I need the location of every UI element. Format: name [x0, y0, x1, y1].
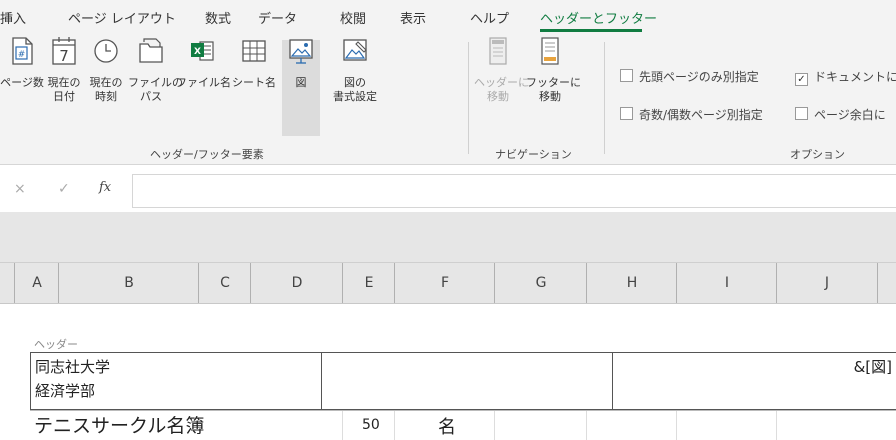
member-unit: 名 [438, 417, 456, 438]
ribbon-tab-bar: 挿入 ページ レイアウト 数式 データ 校閲 表示 ヘルプ ヘッダーとフッター [0, 0, 896, 34]
file-name-button[interactable]: X ファイル名 [176, 34, 231, 90]
cell-e-count[interactable]: 50 [342, 411, 395, 440]
column-header-f[interactable]: F [394, 263, 495, 303]
scale-with-document-checkbox[interactable]: ✓ ドキュメントに合 [795, 68, 896, 86]
cancel-icon[interactable]: × [14, 181, 26, 197]
different-odd-even-checkbox[interactable]: 奇数/偶数ページ別指定 [620, 106, 763, 123]
column-header-b[interactable]: B [58, 263, 199, 303]
tab-review[interactable]: 校閲 [340, 8, 366, 27]
clock-icon [94, 39, 118, 63]
different-first-page-label: 先頭ページのみ別指定 [639, 70, 759, 84]
svg-text:#: # [18, 50, 26, 60]
header-right-text: &[図] [853, 358, 892, 376]
header-section-label: ヘッダー [34, 338, 78, 351]
column-header-j[interactable]: J [776, 263, 878, 303]
calendar-icon: 7 [52, 37, 76, 65]
header-left-section[interactable]: 同志社大学 経済学部 [30, 352, 322, 410]
tab-insert[interactable]: 挿入 [0, 8, 26, 27]
page-number-label: ページ数 [0, 76, 44, 89]
group-separator [468, 42, 469, 154]
cell-a-title[interactable]: テニスサークル名簿 [30, 411, 343, 440]
current-date-button[interactable]: 7 現在の 日付 [44, 34, 84, 104]
svg-text:X: X [194, 47, 201, 57]
go-to-footer-label: フッターに 移動 [526, 76, 581, 103]
align-with-margins-checkbox[interactable]: ページ余白に [795, 106, 886, 123]
column-header-i[interactable]: I [676, 263, 777, 303]
excel-file-icon: X [191, 41, 214, 61]
format-picture-button[interactable]: 図の 書式設定 [328, 34, 382, 104]
format-picture-icon [343, 39, 367, 61]
sheet-name-label: シート名 [232, 76, 276, 89]
column-header-h[interactable]: H [586, 263, 677, 303]
current-time-label: 現在の 時刻 [89, 76, 123, 103]
enter-icon[interactable]: ✓ [58, 181, 70, 197]
checkbox-box [795, 107, 808, 120]
go-to-footer-button[interactable]: フッターに 移動 [526, 34, 581, 104]
checkmark-icon: ✓ [795, 73, 808, 86]
cell-i[interactable] [676, 411, 777, 440]
tab-help[interactable]: ヘルプ [470, 8, 509, 27]
tab-view[interactable]: 表示 [400, 8, 426, 27]
column-header-c[interactable]: C [198, 263, 251, 303]
current-time-button[interactable]: 現在の 時刻 [86, 34, 126, 104]
page-number-icon: # [12, 37, 33, 65]
file-name-label: ファイル名 [176, 76, 231, 89]
column-header-g[interactable]: G [494, 263, 587, 303]
group-separator [604, 42, 605, 154]
column-header-row: A B C D E F G H I J [0, 262, 896, 304]
different-first-page-checkbox[interactable]: 先頭ページのみ別指定 [620, 68, 759, 85]
format-picture-label: 図の 書式設定 [333, 76, 377, 103]
member-count: 50 [362, 417, 380, 433]
cell-g[interactable] [494, 411, 587, 440]
picture-icon [289, 39, 313, 64]
folder-icon [139, 38, 163, 63]
align-with-margins-label: ページ余白に [814, 108, 886, 122]
sheet-name-button[interactable]: シート名 [230, 34, 278, 90]
cell-h[interactable] [586, 411, 677, 440]
column-header-d[interactable]: D [250, 263, 343, 303]
sheet-row: テニスサークル名簿 50 名 [30, 410, 896, 440]
tab-header-footer[interactable]: ヘッダーとフッター [540, 8, 657, 27]
formula-input[interactable] [132, 174, 896, 208]
scale-with-document-label: ドキュメントに合 [814, 70, 896, 84]
header-center-section[interactable] [322, 352, 612, 410]
header-left-line2: 経済学部 [35, 382, 96, 400]
go-to-header-button[interactable]: ヘッダーに 移動 [474, 34, 529, 104]
elements-group-label: ヘッダー/フッター要素 [150, 148, 264, 161]
checkbox-box [620, 107, 633, 120]
picture-label: 図 [295, 76, 307, 89]
ribbon: # ページ数 7 現在の 日付 現在の 時刻 ファイルの パス X ファイル名 … [0, 34, 896, 165]
go-to-header-icon [489, 37, 507, 65]
checkbox-box [620, 69, 633, 82]
different-odd-even-label: 奇数/偶数ページ別指定 [639, 108, 763, 122]
active-tab-indicator [540, 29, 642, 32]
header-left-line1: 同志社大学 [35, 358, 111, 376]
current-date-label: 現在の 日付 [47, 76, 81, 103]
svg-text:7: 7 [59, 47, 69, 65]
sheet-title: テニスサークル名簿 [34, 415, 205, 437]
file-path-label: ファイルの パス [128, 76, 183, 103]
tab-data[interactable]: データ [258, 8, 297, 27]
page-number-button[interactable]: # ページ数 [0, 34, 44, 90]
go-to-header-label: ヘッダーに 移動 [474, 76, 529, 103]
cell-f-unit[interactable]: 名 [394, 411, 495, 440]
column-header-e[interactable]: E [342, 263, 395, 303]
page: ヘッダー 同志社大学 経済学部 &[図] テニスサークル名簿 50 名 [0, 304, 896, 440]
file-path-button[interactable]: ファイルの パス [128, 34, 183, 104]
tab-formulas[interactable]: 数式 [205, 8, 231, 27]
header-right-section[interactable]: &[図] [612, 352, 896, 410]
picture-button[interactable]: 図 [282, 39, 320, 136]
tab-page-layout[interactable]: ページ レイアウト [68, 8, 176, 27]
insert-function-icon[interactable]: fx [99, 180, 111, 195]
navigation-group-label: ナビゲーション [495, 148, 572, 161]
sheet-grid-icon [242, 40, 266, 62]
options-group-label: オプション [790, 148, 845, 161]
formula-bar: × ✓ fx [0, 166, 896, 212]
go-to-footer-icon [541, 37, 559, 65]
column-header-a[interactable]: A [14, 263, 59, 303]
